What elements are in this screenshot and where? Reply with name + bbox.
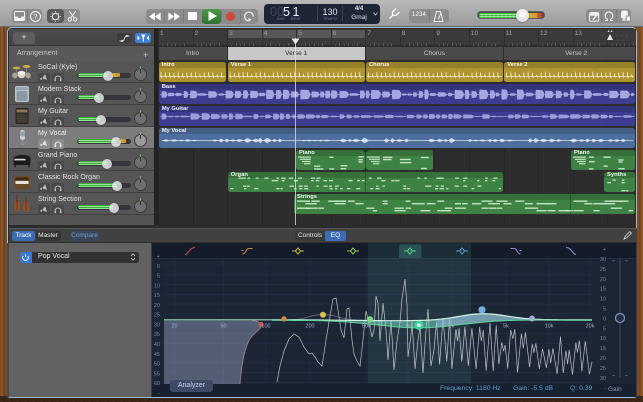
svg-text:500: 500: [362, 324, 371, 330]
svg-text:10: 10: [154, 283, 160, 289]
svg-text:30: 30: [600, 257, 606, 263]
svg-text:50: 50: [220, 324, 226, 330]
svg-text:25: 25: [600, 267, 606, 273]
svg-text:100: 100: [261, 324, 270, 330]
svg-text:+: +: [603, 247, 606, 253]
svg-text:2k: 2k: [449, 324, 455, 330]
svg-text:25: 25: [154, 313, 160, 319]
svg-text:10k: 10k: [545, 324, 554, 330]
svg-text:10: 10: [600, 297, 606, 303]
svg-text:20: 20: [171, 324, 177, 330]
svg-text:0: 0: [157, 264, 160, 270]
svg-text:20: 20: [600, 277, 606, 283]
svg-text:+: +: [157, 254, 160, 260]
svg-text:50: 50: [154, 362, 160, 368]
svg-text:5: 5: [157, 274, 160, 280]
svg-text:40: 40: [154, 342, 160, 348]
svg-text:200: 200: [305, 324, 314, 330]
svg-text:-: -: [158, 391, 160, 397]
svg-text:5k: 5k: [503, 324, 509, 330]
svg-text:15: 15: [600, 346, 606, 352]
svg-text:5: 5: [603, 307, 606, 313]
svg-text:0: 0: [603, 316, 606, 322]
svg-text:1k: 1k: [405, 324, 411, 330]
svg-text:45: 45: [154, 352, 160, 358]
svg-text:35: 35: [154, 332, 160, 338]
svg-text:55: 55: [154, 371, 160, 377]
svg-text:20: 20: [154, 303, 160, 309]
svg-text:60: 60: [154, 381, 160, 387]
svg-text:25: 25: [600, 366, 606, 372]
svg-text:20: 20: [600, 356, 606, 362]
svg-text:15: 15: [154, 293, 160, 299]
svg-text:20k: 20k: [586, 324, 595, 330]
svg-text:30: 30: [154, 323, 160, 329]
svg-text:5: 5: [603, 326, 606, 332]
svg-text:10: 10: [600, 336, 606, 342]
svg-text:15: 15: [600, 287, 606, 293]
svg-text:30: 30: [600, 376, 606, 382]
